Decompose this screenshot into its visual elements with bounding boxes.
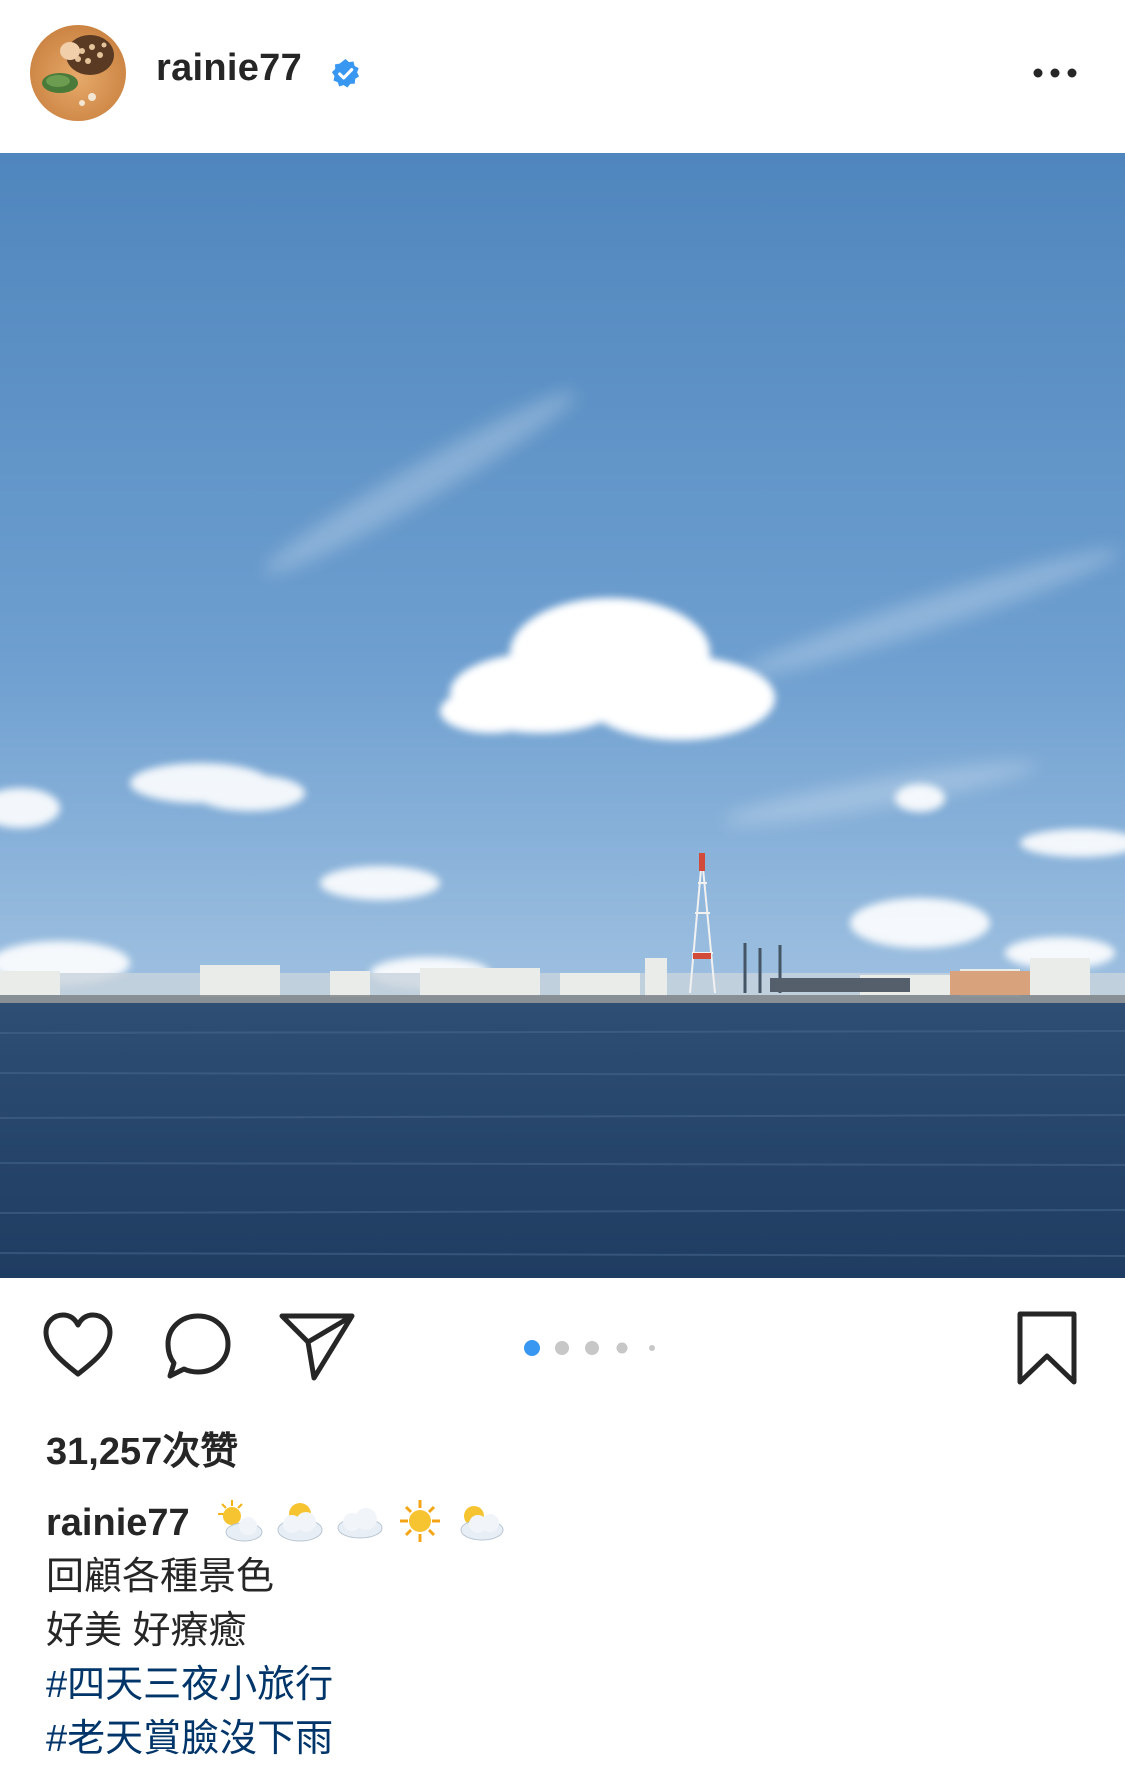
sun-behind-cloud-icon <box>277 1502 323 1542</box>
carousel-dot-active <box>524 1340 540 1356</box>
weather-emojis <box>214 1498 506 1544</box>
carousel-indicator <box>524 1340 655 1356</box>
post-photo[interactable] <box>0 153 1125 1278</box>
username[interactable]: rainie77 <box>156 47 302 90</box>
carousel-dot <box>555 1341 569 1355</box>
bookmark-icon[interactable] <box>1014 1310 1080 1386</box>
avatar[interactable] <box>30 25 126 121</box>
caption-username[interactable]: rainie77 <box>46 1502 190 1544</box>
caption-line: 好美 好療癒 <box>46 1610 247 1652</box>
post-caption: rainie77 回顧各種景色 好美 好療癒 #四天三夜小旅行 #老天賞臉沒下雨 <box>46 1496 1086 1766</box>
more-options-icon[interactable] <box>1030 58 1080 88</box>
post-header: rainie77 <box>0 0 1125 153</box>
hashtag-link[interactable]: #老天賞臉沒下雨 <box>46 1712 1086 1766</box>
hashtag-link[interactable]: #四天三夜小旅行 <box>46 1658 1086 1712</box>
heart-icon[interactable] <box>40 1310 116 1380</box>
sun-behind-small-cloud-icon <box>218 1499 263 1542</box>
carousel-dot <box>649 1345 655 1351</box>
verified-badge-icon <box>331 58 360 88</box>
cloud-icon <box>337 1507 383 1539</box>
comment-icon[interactable] <box>160 1310 236 1382</box>
carousel-dot <box>585 1341 599 1355</box>
carousel-dot <box>616 1342 628 1354</box>
seascape-photo <box>0 153 1125 1278</box>
sun-icon <box>400 1499 441 1542</box>
share-icon[interactable] <box>278 1310 356 1382</box>
caption-line: 回顧各種景色 <box>46 1556 275 1598</box>
sun-behind-cloud-icon <box>460 1505 504 1541</box>
likes-count[interactable]: 31,257次赞 <box>46 1420 238 1475</box>
avatar-icon <box>30 25 126 121</box>
